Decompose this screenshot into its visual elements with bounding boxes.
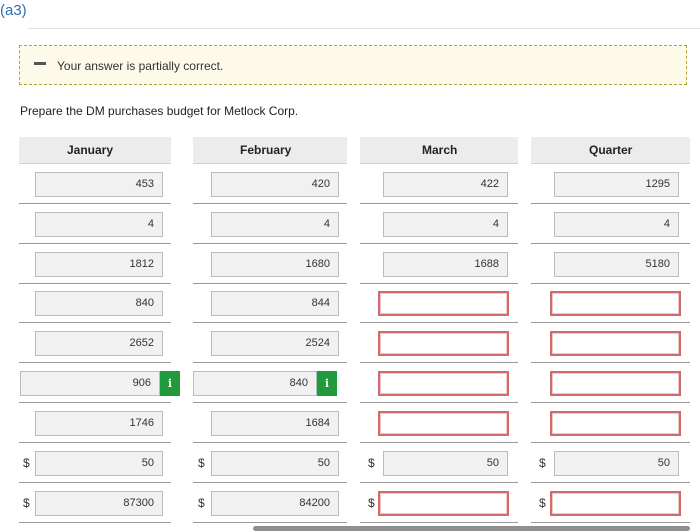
row-divider [19,482,171,483]
answer-field-february[interactable]: 4 [211,212,339,237]
column-header-quarter: Quarter [531,137,690,164]
column-header-march: March [360,137,518,164]
answer-field-january[interactable]: 453 [35,172,163,197]
column-header-label: March [422,143,458,157]
column-header-label: February [240,143,292,157]
answer-field-february[interactable]: 840 [193,371,317,396]
row-divider [193,402,347,403]
row-divider [360,522,518,523]
currency-symbol: $ [198,456,205,470]
row-divider [360,482,518,483]
answer-field-january[interactable]: 4 [35,212,163,237]
answer-field-quarter[interactable] [550,331,681,356]
row-divider [531,283,690,284]
row-divider [193,322,347,323]
answer-field-march[interactable]: 50 [383,451,508,476]
row-divider [193,522,347,523]
answer-field-march[interactable]: 422 [383,172,508,197]
answer-field-quarter[interactable] [550,371,681,396]
row-divider [19,283,171,284]
answer-field-february[interactable]: 50 [211,451,339,476]
answer-field-january[interactable]: 840 [35,291,163,316]
answer-field-quarter[interactable] [550,411,681,436]
row-divider [531,402,690,403]
row-divider [531,203,690,204]
column-header-label: January [67,143,114,157]
instruction-text: Prepare the DM purchases budget for Metl… [20,104,299,118]
answer-field-march[interactable] [378,291,509,316]
answer-field-february[interactable]: 84200 [211,491,339,516]
answer-field-march[interactable] [378,411,509,436]
row-divider [19,402,171,403]
row-divider [193,243,347,244]
currency-symbol: $ [368,456,375,470]
answer-field-february[interactable]: 1680 [211,252,339,277]
row-divider [193,283,347,284]
row-divider [531,243,690,244]
answer-field-january[interactable]: 50 [35,451,163,476]
notice-message: Your answer is partially correct. [57,59,224,73]
row-divider [193,442,347,443]
answer-field-quarter[interactable] [550,491,681,516]
top-bar: (a3) [0,0,700,30]
column-header-february: February [193,137,347,164]
horizontal-scrollbar[interactable] [253,526,690,531]
answer-field-january[interactable]: 2652 [35,331,163,356]
answer-field-january[interactable]: 1812 [35,252,163,277]
answer-field-quarter[interactable] [550,291,681,316]
answer-field-march[interactable] [378,371,509,396]
currency-symbol: $ [23,456,30,470]
row-divider [531,522,690,523]
currency-symbol: $ [539,496,546,510]
answer-field-quarter[interactable]: 5180 [554,252,679,277]
answer-field-january[interactable]: 87300 [35,491,163,516]
answer-field-january[interactable]: 906 [20,371,160,396]
answer-field-march[interactable] [378,331,509,356]
answer-field-quarter[interactable]: 50 [554,451,679,476]
row-divider [19,522,171,523]
row-divider [193,203,347,204]
answer-field-february[interactable]: 844 [211,291,339,316]
info-icon[interactable]: i [317,371,337,396]
row-divider [19,362,171,363]
row-divider [360,402,518,403]
row-divider [360,203,518,204]
answer-field-quarter[interactable]: 1295 [554,172,679,197]
row-divider [531,442,690,443]
answer-field-march[interactable] [378,491,509,516]
currency-symbol: $ [368,496,375,510]
row-divider [360,283,518,284]
row-divider [531,482,690,483]
row-divider [193,362,347,363]
partial-mark-icon [34,62,46,65]
currency-symbol: $ [23,496,30,510]
answer-field-march[interactable]: 1688 [383,252,508,277]
row-divider [19,442,171,443]
row-divider [19,243,171,244]
row-divider [19,203,171,204]
answer-field-february[interactable]: 1684 [211,411,339,436]
answer-field-march[interactable]: 4 [383,212,508,237]
row-divider [360,243,518,244]
answer-field-february[interactable]: 420 [211,172,339,197]
row-divider [360,442,518,443]
column-header-label: Quarter [589,143,633,157]
row-divider [360,322,518,323]
row-divider [193,482,347,483]
answer-field-february[interactable]: 2524 [211,331,339,356]
currency-symbol: $ [198,496,205,510]
row-divider [360,362,518,363]
currency-symbol: $ [539,456,546,470]
row-divider [531,322,690,323]
row-divider [19,322,171,323]
column-header-january: January [19,137,171,164]
row-divider [531,362,690,363]
answer-field-january[interactable]: 1746 [35,411,163,436]
answer-field-quarter[interactable]: 4 [554,212,679,237]
partial-correct-notice: Your answer is partially correct. [19,45,687,85]
part-label: (a3) [0,2,27,19]
info-icon[interactable]: i [160,371,180,396]
header-divider [28,28,700,29]
